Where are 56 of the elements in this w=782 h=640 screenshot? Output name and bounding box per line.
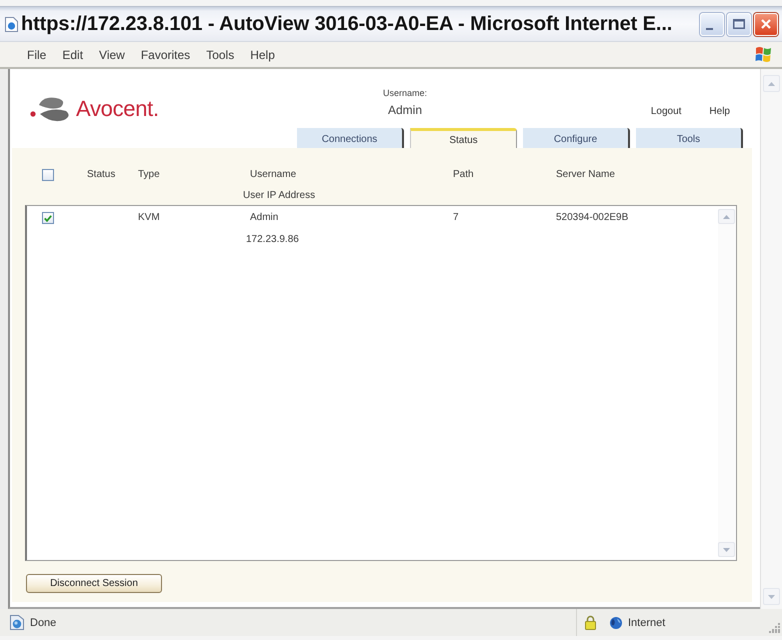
table-cell-text: 172.23.9.86: [245, 234, 299, 246]
menu-item[interactable]: Tools: [206, 48, 234, 62]
scroll-down-button[interactable]: [763, 588, 780, 605]
page-icon: [10, 615, 24, 630]
disconnect-button[interactable]: Disconnect Session: [26, 574, 162, 593]
caret-up-icon: [768, 82, 775, 86]
column-header: Username: [249, 169, 296, 181]
column-header: User IP Address: [243, 190, 316, 202]
scroll-up-button[interactable]: [763, 75, 780, 92]
minimize-icon: [706, 28, 712, 30]
logo-text: Avocent.: [76, 96, 159, 122]
globe-icon: [610, 616, 622, 628]
tab[interactable]: Configure: [523, 128, 630, 148]
menu-item[interactable]: Favorites: [140, 48, 190, 62]
caret-up-icon: [723, 214, 730, 218]
maximize-button[interactable]: [727, 12, 751, 36]
caret-down-icon: [723, 548, 730, 552]
table-cell: 520394-002E9B: [556, 212, 628, 224]
lock-icon: [585, 615, 596, 630]
column-header: Status: [87, 169, 116, 181]
table-cell: KVM: [138, 212, 160, 224]
column-header: Path: [453, 169, 474, 181]
minimize-button[interactable]: [700, 12, 724, 36]
scrollbar[interactable]: [760, 69, 782, 609]
header-link[interactable]: Logout: [650, 106, 682, 117]
table-cell-text: Admin: [249, 212, 278, 224]
close-icon: [761, 19, 771, 29]
menu-item[interactable]: View: [99, 48, 125, 62]
username-text: Admin: [388, 103, 422, 117]
menu-item[interactable]: Edit: [62, 48, 84, 62]
maximize-icon: [733, 19, 745, 29]
close-button[interactable]: [754, 12, 778, 36]
scroll-up-button[interactable]: [718, 209, 735, 224]
table-cell: 7: [453, 212, 459, 224]
caret-down-icon: [768, 594, 775, 598]
select-all-checkbox[interactable]: [42, 169, 54, 181]
menu-item[interactable]: Help: [250, 48, 275, 62]
window-title: https://172.23.8.101 - AutoView 3016-03-A0-EA - Microsoft Internet E...: [21, 12, 674, 36]
logo-icon: [30, 95, 70, 123]
status-text: Done: [30, 616, 56, 628]
zone-text: Internet: [628, 616, 666, 628]
resize-grip-icon: [769, 622, 780, 633]
flag-icon: [755, 46, 772, 63]
tab[interactable]: Status: [410, 128, 517, 148]
column-header: Type: [138, 169, 160, 181]
tab[interactable]: Tools: [636, 128, 743, 148]
column-header: Server Name: [556, 169, 615, 181]
tick-icon: [44, 214, 52, 222]
username-label: Username:: [383, 88, 428, 99]
scroll-down-button[interactable]: [718, 542, 735, 557]
scrollbar[interactable]: [718, 209, 735, 557]
row-checkbox[interactable]: [42, 212, 54, 224]
menu-item[interactable]: File: [27, 48, 46, 62]
header-link[interactable]: Help: [709, 106, 730, 117]
page-icon: [5, 16, 18, 32]
tab[interactable]: Connections: [297, 128, 404, 148]
